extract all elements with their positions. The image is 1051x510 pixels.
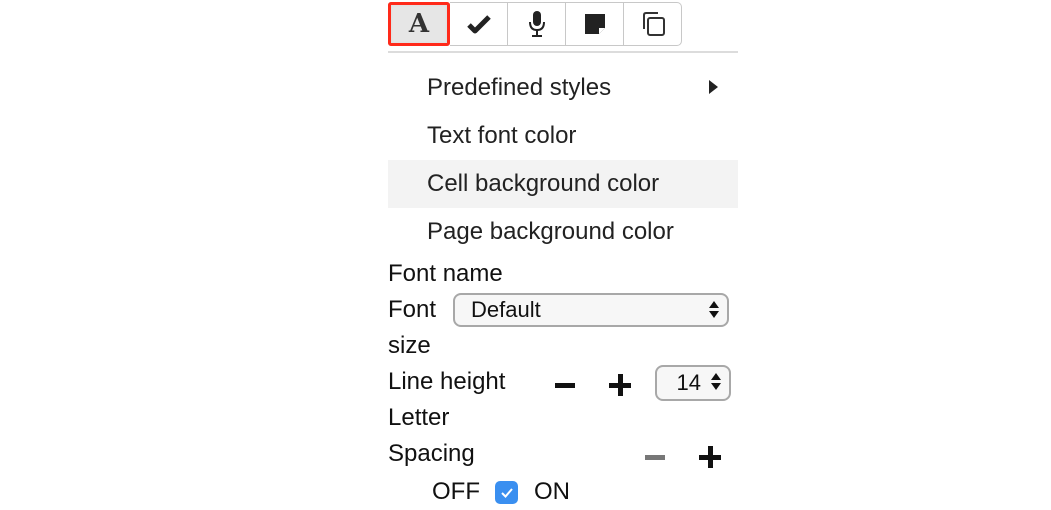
line-height-decrease-button[interactable] <box>555 383 575 388</box>
microphone-icon <box>528 11 545 37</box>
toolbar: A <box>388 2 682 47</box>
on-label: ON <box>534 478 570 505</box>
line-height-label: Line height <box>388 368 506 395</box>
font-A-icon: A <box>408 9 430 39</box>
letter-spacing-increase-button[interactable] <box>699 446 721 468</box>
font-size-label-2: size <box>388 332 431 359</box>
line-height-value: 14 <box>676 370 701 395</box>
copy-button[interactable] <box>624 2 682 46</box>
format-menu: Predefined styles Text font color Cell b… <box>388 64 738 256</box>
submenu-arrow-icon <box>709 80 718 94</box>
spinner-arrows-icon <box>711 373 721 390</box>
menu-item-label: Page background color <box>427 218 674 245</box>
microphone-button[interactable] <box>508 2 566 46</box>
letter-spacing-decrease-button[interactable] <box>645 455 665 460</box>
menu-item-label: Predefined styles <box>427 74 612 101</box>
menu-item-label: Text font color <box>427 122 577 149</box>
checkmark-icon <box>466 15 491 34</box>
select-arrows-icon <box>709 301 719 318</box>
sticky-note-icon <box>584 14 605 34</box>
sticky-note-button[interactable] <box>566 2 624 46</box>
menu-item-page-background-color[interactable]: Page background color <box>388 208 738 256</box>
copy-icon <box>642 12 665 36</box>
letter-spacing-label-2: Spacing <box>388 440 475 467</box>
text-style-button[interactable]: A <box>388 2 450 46</box>
toolbar-divider <box>388 51 738 53</box>
font-name-label: Font name <box>388 260 503 287</box>
checkmark-button[interactable] <box>450 2 508 46</box>
menu-item-label: Cell background color <box>427 170 660 197</box>
font-select[interactable]: Default <box>453 293 729 327</box>
line-height-input[interactable]: 14 <box>655 365 731 401</box>
menu-item-predefined-styles[interactable]: Predefined styles <box>388 64 738 112</box>
letter-spacing-toggle-checkbox[interactable] <box>495 481 518 504</box>
off-label: OFF <box>432 478 480 505</box>
menu-item-cell-background-color[interactable]: Cell background color <box>388 160 738 208</box>
check-icon <box>500 487 513 498</box>
line-height-increase-button[interactable] <box>609 374 631 396</box>
font-size-label: Font <box>388 296 437 323</box>
letter-spacing-label: Letter <box>388 404 450 431</box>
font-select-value: Default <box>471 297 541 322</box>
menu-item-text-font-color[interactable]: Text font color <box>388 112 738 160</box>
